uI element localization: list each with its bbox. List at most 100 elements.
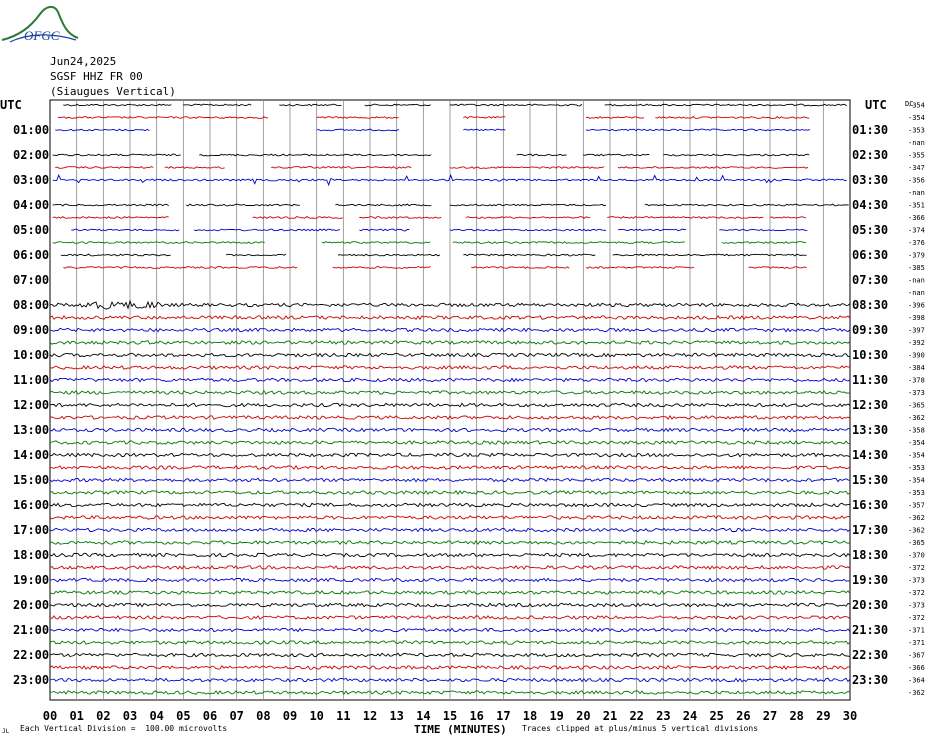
trace-row-1-seg-2 bbox=[463, 116, 506, 119]
right-label-20: 10:30 bbox=[852, 348, 888, 362]
trace-row-9-seg-3 bbox=[465, 216, 591, 219]
dc-offset-18: -397 bbox=[908, 327, 925, 335]
left-label-12: 06:00 bbox=[13, 248, 49, 262]
left-label-30: 15:00 bbox=[13, 473, 49, 487]
trace-row-12-seg-4 bbox=[612, 253, 807, 257]
left-label-18: 09:00 bbox=[13, 323, 49, 337]
dc-offset-27: -354 bbox=[908, 439, 925, 447]
dc-offset-46: -364 bbox=[908, 677, 925, 685]
trace-row-4-seg-3 bbox=[583, 153, 650, 157]
dc-offset-30: -354 bbox=[908, 477, 925, 485]
dc-offset-7: -nan bbox=[908, 189, 925, 197]
dc-offset-42: -371 bbox=[908, 627, 925, 635]
x-tick-21: 21 bbox=[603, 709, 617, 723]
dc-offset-19: -392 bbox=[908, 339, 925, 347]
x-tick-30: 30 bbox=[843, 709, 857, 723]
trace-row-12-seg-0 bbox=[60, 253, 171, 257]
left-label-26: 13:00 bbox=[13, 423, 49, 437]
trace-row-12-seg-1 bbox=[225, 253, 287, 257]
left-label-32: 16:00 bbox=[13, 498, 49, 512]
trace-row-0-seg-0 bbox=[63, 103, 172, 107]
dc-offset-38: -373 bbox=[908, 577, 925, 585]
x-tick-13: 13 bbox=[389, 709, 403, 723]
left-label-40: 20:00 bbox=[13, 598, 49, 612]
dc-offset-8: -351 bbox=[908, 202, 925, 210]
trace-row-10-seg-0 bbox=[71, 228, 180, 232]
trace-row-4-seg-0 bbox=[52, 153, 181, 157]
dc-offset-45: -366 bbox=[908, 664, 925, 672]
trace-row-13-seg-0 bbox=[63, 266, 298, 269]
trace-row-8-seg-0 bbox=[52, 203, 169, 207]
dc-offset-26: -358 bbox=[908, 427, 925, 435]
dc-offset-13: -385 bbox=[908, 264, 925, 272]
trace-row-8-seg-3 bbox=[449, 203, 607, 207]
x-tick-labels: 00 01 02 03 04 05 06 07 08 09 10 11 12 13 14 15 16 17 18 19… bbox=[43, 709, 857, 723]
trace-row-10-seg-2 bbox=[359, 228, 410, 232]
dc-offset-23: -373 bbox=[908, 389, 925, 397]
dc-offset-24: -365 bbox=[908, 402, 925, 410]
dc-offset-2: -353 bbox=[908, 127, 925, 135]
left-label-46: 23:00 bbox=[13, 673, 49, 687]
right-label-34: 17:30 bbox=[852, 523, 888, 537]
trace-row-0-seg-1 bbox=[183, 103, 252, 107]
right-label-16: 08:30 bbox=[852, 298, 888, 312]
dc-offset-40: -373 bbox=[908, 602, 925, 610]
trace-row-9-seg-2 bbox=[359, 216, 442, 219]
x-tick-29: 29 bbox=[816, 709, 830, 723]
x-tick-03: 03 bbox=[123, 709, 137, 723]
right-label-44: 22:30 bbox=[852, 648, 888, 662]
right-time-labels: UTC 01:30 02:30 03:30 04:30 05:30 06:30 07:30 08… bbox=[852, 98, 888, 687]
dc-offset-43: -371 bbox=[908, 639, 925, 647]
trace-row-11-seg-1 bbox=[321, 241, 431, 244]
trace-row-11-seg-3 bbox=[721, 241, 807, 244]
x-tick-18: 18 bbox=[523, 709, 537, 723]
dc-offset-1: -354 bbox=[908, 114, 925, 122]
right-label-46: 23:30 bbox=[852, 673, 888, 687]
dc-offset-11: -376 bbox=[908, 239, 925, 247]
left-label-44: 22:00 bbox=[13, 648, 49, 662]
trace-row-2-seg-3 bbox=[585, 128, 811, 132]
trace-row-9-seg-1 bbox=[252, 216, 343, 219]
trace-row-0-seg-5 bbox=[604, 103, 847, 107]
x-tick-23: 23 bbox=[656, 709, 670, 723]
dc-offset-39: -372 bbox=[908, 589, 925, 597]
dc-offset-16: -396 bbox=[908, 302, 925, 310]
x-tick-27: 27 bbox=[763, 709, 777, 723]
dc-offset-29: -353 bbox=[908, 464, 925, 472]
x-tick-00: 00 bbox=[43, 709, 57, 723]
x-tick-17: 17 bbox=[496, 709, 510, 723]
x-tick-11: 11 bbox=[336, 709, 350, 723]
right-label-26: 13:30 bbox=[852, 423, 888, 437]
left-label-42: 21:00 bbox=[13, 623, 49, 637]
x-tick-04: 04 bbox=[149, 709, 163, 723]
x-tick-08: 08 bbox=[256, 709, 270, 723]
x-tick-06: 06 bbox=[203, 709, 217, 723]
dc-offset-44: -367 bbox=[908, 652, 925, 660]
trace-row-8-seg-1 bbox=[185, 203, 301, 207]
dc-offset-34: -362 bbox=[908, 527, 925, 535]
trace-row-13-seg-2 bbox=[471, 266, 570, 269]
left-label-22: 11:00 bbox=[13, 373, 49, 387]
left-label-6: 03:00 bbox=[13, 173, 49, 187]
dc-offset-10: -374 bbox=[908, 227, 925, 235]
trace-row-5-seg-1 bbox=[164, 166, 225, 169]
left-label-24: 12:00 bbox=[13, 398, 49, 412]
dc-offset-4: -355 bbox=[908, 152, 925, 160]
dc-offset-21: -384 bbox=[908, 364, 925, 372]
x-tick-10: 10 bbox=[309, 709, 323, 723]
right-label-30: 15:30 bbox=[852, 473, 888, 487]
trace-row-13-seg-3 bbox=[585, 266, 695, 269]
dc-offset-32: -357 bbox=[908, 502, 925, 510]
trace-row-8-seg-2 bbox=[335, 203, 432, 207]
x-tick-24: 24 bbox=[683, 709, 697, 723]
x-tick-02: 02 bbox=[96, 709, 110, 723]
trace-row-5-seg-4 bbox=[617, 166, 809, 169]
x-tick-20: 20 bbox=[576, 709, 590, 723]
dc-offset-36: -370 bbox=[908, 552, 925, 560]
right-label-18: 09:30 bbox=[852, 323, 888, 337]
dc-offset-labels: -354 -354 -353 -nan -355 -347 -356 -nan -351 -366… bbox=[908, 102, 925, 698]
x-axis-label: TIME (MINUTES) bbox=[414, 723, 507, 736]
dc-offset-12: -379 bbox=[908, 252, 925, 260]
helicorder-plot: UTC 01:00 02:00 03:00 04:00 05:00 06:00 07:00 08… bbox=[0, 98, 925, 736]
dc-offset-14: -nan bbox=[908, 277, 925, 285]
